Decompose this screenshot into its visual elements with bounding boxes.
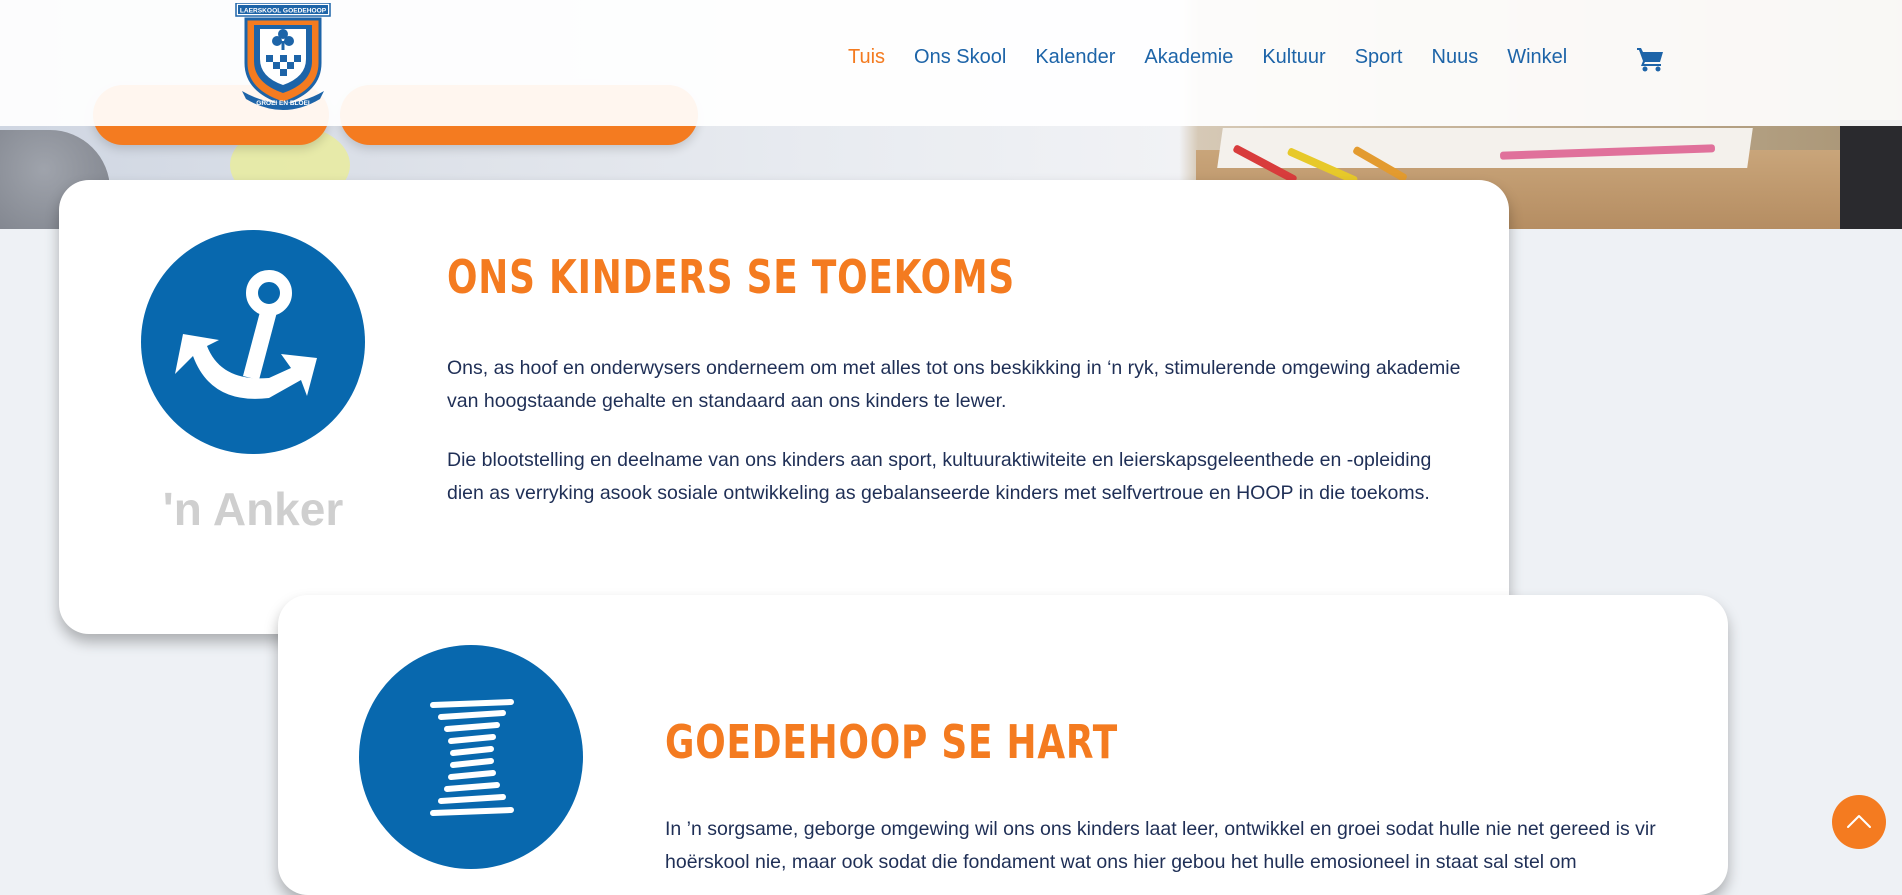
logo-motto: GROEI EN BLOEI (256, 100, 310, 107)
back-to-top-button[interactable] (1832, 795, 1886, 849)
feature-card-hart: GOEDEHOOP SE HART In ’n sorgsame, geborg… (278, 595, 1728, 895)
chevron-up-icon (1847, 815, 1871, 828)
card-paragraph: In ’n sorgsame, geborge omgewing wil ons… (665, 818, 1656, 873)
main-nav: Tuis Ons Skool Kalender Akademie Kultuur… (848, 46, 1596, 69)
nav-ons-skool[interactable]: Ons Skool (914, 46, 1006, 69)
site-header: LAERSKOOL GOEDEHOOP GROEI EN BLOEI Tuis … (0, 0, 1902, 126)
nav-kalender[interactable]: Kalender (1035, 46, 1115, 69)
card-paragraph: Ons, as hoof en onderwysers onderneem om… (447, 357, 1461, 412)
svg-text:LAERSKOOL GOEDEHOOP: LAERSKOOL GOEDEHOOP (240, 8, 327, 15)
spring-icon (359, 645, 583, 869)
card-title: GOEDEHOOP SE HART (665, 715, 1118, 769)
nav-tuis[interactable]: Tuis (848, 46, 885, 69)
school-logo[interactable]: LAERSKOOL GOEDEHOOP GROEI EN BLOEI (234, 2, 332, 113)
nav-nuus[interactable]: Nuus (1432, 46, 1479, 69)
feature-card-toekoms: 'n Anker ONS KINDERS SE TOEKOMS Ons, as … (59, 180, 1509, 634)
nav-akademie[interactable]: Akademie (1144, 46, 1233, 69)
nav-kultuur[interactable]: Kultuur (1262, 46, 1325, 69)
nav-sport[interactable]: Sport (1355, 46, 1403, 69)
card-title: ONS KINDERS SE TOEKOMS (447, 250, 1016, 304)
shopping-cart-icon[interactable] (1636, 46, 1664, 72)
card-paragraph: Die blootstelling en deelname van ons ki… (447, 449, 1432, 504)
hero-pencil-cup-image (1840, 120, 1902, 229)
card-label: 'n Anker (162, 483, 344, 535)
nav-winkel[interactable]: Winkel (1507, 46, 1567, 69)
anchor-icon (141, 230, 365, 454)
